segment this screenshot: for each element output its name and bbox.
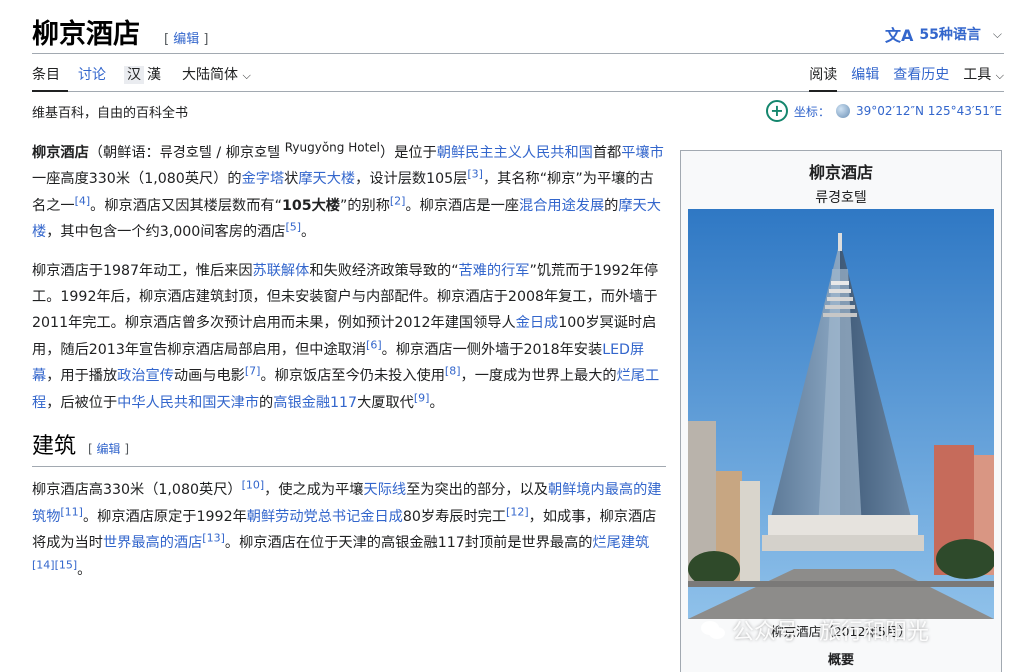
infobox-summary-heading: 概要 <box>827 653 854 668</box>
link-tallest-hotel[interactable]: 世界最高的酒店 <box>103 535 202 551</box>
watermark: 公众号 · 旅行和阳光 <box>700 614 929 646</box>
variant-han-trad[interactable]: 漢 <box>144 66 164 84</box>
languages-button[interactable]: 文A 55种语言 ⌵ <box>885 22 1002 46</box>
title-edit-link[interactable]: [ 编辑 ] <box>164 28 208 47</box>
section-heading-architecture: 建筑[ 编辑 ] <box>32 434 666 468</box>
section-edit-link[interactable]: [ 编辑 ] <box>88 442 129 456</box>
page-title: 柳京酒店 <box>32 19 140 50</box>
infobox: 柳京酒店 류경호텔 柳京酒店（2012年5月） 概要 <box>680 150 1002 672</box>
ref-link[interactable]: [11] <box>60 505 83 518</box>
tab-article[interactable]: 条目 <box>32 64 68 92</box>
paragraph-architecture: 柳京酒店高330米（1,080英尺）[10]，使之成为平壤天际线至为突出的部分，… <box>32 478 662 578</box>
infobox-title: 柳京酒店 <box>808 163 873 182</box>
link-arduous-march[interactable]: 苦难的行军 <box>459 263 530 279</box>
tab-talk[interactable]: 讨论 <box>78 64 114 92</box>
ref-link[interactable]: [4] <box>75 194 91 207</box>
paragraph-intro: 柳京酒店（朝鲜语：류경호텔 / 柳京호텔 Ryugyŏng Hotel）是位于朝… <box>32 140 664 241</box>
page-tabs: 条目 讨论 汉漢 大陆简体 ⌵ 阅读 编辑 查看历史 工具 ⌵ <box>32 60 1004 92</box>
ref-link[interactable]: [10] <box>242 479 265 492</box>
link-goldin-117[interactable]: 高银金融117 <box>273 395 357 411</box>
tools-menu[interactable]: 工具 ⌵ <box>963 64 1004 92</box>
coordinates: + 坐标： 39°02′12″N 125°43′51″E <box>765 100 1002 122</box>
variant-select[interactable]: 大陆简体 ⌵ <box>182 64 259 92</box>
variant-han[interactable]: 汉 <box>124 66 144 84</box>
ref-link[interactable]: [12] <box>506 505 529 518</box>
coords-value[interactable]: 39°02′12″N 125°43′51″E <box>856 104 1002 118</box>
site-tagline: 维基百科，自由的百科全书 <box>32 106 189 121</box>
chevron-down-icon: ⌵ <box>242 69 251 82</box>
link-wpk-kim[interactable]: 朝鲜劳动党总书记金日成 <box>247 509 403 525</box>
wechat-icon <box>701 621 725 639</box>
ref-link[interactable]: [9] <box>414 391 430 404</box>
variant-switch[interactable]: 汉漢 <box>124 64 172 92</box>
article-body: 柳京酒店（朝鲜语：류경호텔 / 柳京호텔 Ryugyŏng Hotel）是位于朝… <box>32 140 666 595</box>
languages-label[interactable]: 55种语言 <box>919 24 980 44</box>
ref-link[interactable]: [6] <box>366 338 382 351</box>
watermark-text: 公众号 · 旅行和阳光 <box>732 620 929 645</box>
ref-link[interactable]: [3] <box>467 168 483 181</box>
link-propaganda[interactable]: 政治宣传 <box>117 368 174 384</box>
chevron-down-icon: ⌵ <box>992 26 1002 41</box>
link-dprk[interactable]: 朝鲜民主主义人民共和国 <box>437 145 593 161</box>
link-kim-il-sung[interactable]: 金日成 <box>516 315 559 331</box>
tab-history[interactable]: 查看历史 <box>893 64 949 92</box>
paragraph-history: 柳京酒店于1987年动工，惟后来因苏联解体和失败经济政策导致的“苦难的行军”饥荒… <box>32 262 660 411</box>
title-bar: 柳京酒店 [ 编辑 ] 文A 55种语言 ⌵ <box>32 10 1004 54</box>
tab-read[interactable]: 阅读 <box>809 64 838 92</box>
tab-edit[interactable]: 编辑 <box>851 64 879 92</box>
link-pyramid[interactable]: 金字塔 <box>242 171 285 187</box>
ref-link[interactable]: [7] <box>245 365 261 378</box>
infobox-subtitle: 류경호텔 <box>815 190 867 206</box>
globe-icon <box>835 104 850 118</box>
ref-link[interactable]: [8] <box>445 365 461 378</box>
link-tianjin[interactable]: 中华人民共和国天津市 <box>117 395 259 411</box>
link-skyline[interactable]: 天际线 <box>364 482 407 498</box>
ref-link[interactable]: [2] <box>390 194 406 207</box>
ref-link[interactable]: [14][15] <box>32 558 77 571</box>
link-mixed-use[interactable]: 混合用途发展 <box>519 198 604 214</box>
link-skyscraper[interactable]: 摩天大楼 <box>298 171 355 187</box>
translate-icon: 文A <box>885 26 914 45</box>
ref-link[interactable]: [5] <box>285 220 301 233</box>
chevron-down-icon: ⌵ <box>995 69 1004 82</box>
ref-link[interactable]: [13] <box>202 532 225 545</box>
article-subject: 柳京酒店 <box>32 145 89 161</box>
hotel-photo[interactable] <box>688 209 994 619</box>
link-pyongyang[interactable]: 平壤市 <box>621 145 664 161</box>
link-ussr-dissolution[interactable]: 苏联解体 <box>253 263 310 279</box>
link-unfinished-building[interactable]: 烂尾建筑 <box>592 535 649 551</box>
coords-label[interactable]: 坐标： <box>794 103 830 120</box>
add-circle-icon[interactable]: + <box>765 100 788 122</box>
